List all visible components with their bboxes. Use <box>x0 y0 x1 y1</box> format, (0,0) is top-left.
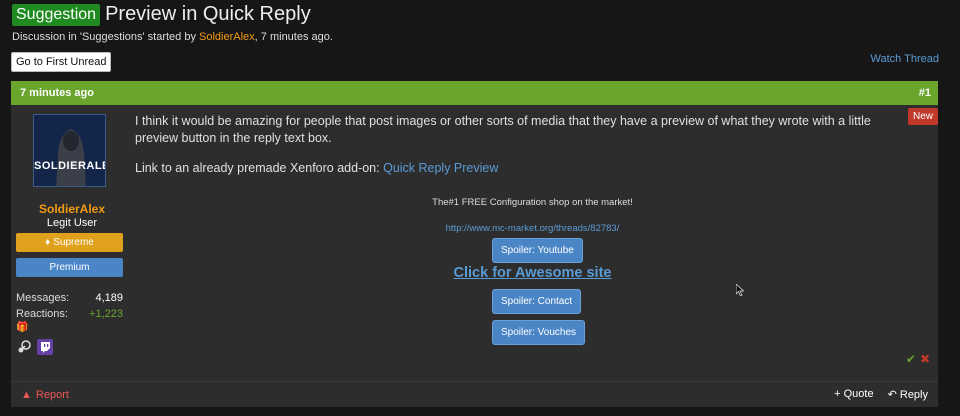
quick-reply-preview-link[interactable]: Quick Reply Preview <box>383 161 498 175</box>
spoiler-youtube-button[interactable]: Spoiler: Youtube <box>492 238 583 263</box>
premium-label: Premium <box>49 262 90 273</box>
diamond-icon: ♦ <box>45 237 51 248</box>
post-body: I think it would be amazing for people t… <box>135 113 915 190</box>
check-icon[interactable]: ✔ <box>906 352 916 366</box>
reply-arrow-icon: ↶ <box>887 389 900 401</box>
user-title: Legit User <box>46 217 98 229</box>
thread-meta: Discussion in 'Suggestions' started by S… <box>12 31 333 43</box>
spoiler-contact-button[interactable]: Spoiler: Contact <box>492 289 582 314</box>
username-link[interactable]: SoldierAlex <box>11 202 133 216</box>
cross-icon[interactable]: ✖ <box>920 352 930 366</box>
mouse-cursor-icon <box>736 284 744 296</box>
meta-author-link[interactable]: SoldierAlex <box>199 31 255 43</box>
twitch-icon[interactable] <box>37 339 53 355</box>
go-to-first-unread-button[interactable]: Go to First Unread <box>11 52 112 72</box>
post-header: 7 minutes ago #1 <box>11 81 938 105</box>
reactions-label: Reactions: <box>16 308 68 320</box>
signature-thread-link[interactable]: http://www.mc-market.org/threads/82783/ <box>135 223 930 234</box>
spoiler-vouches-button[interactable]: Spoiler: Vouches <box>492 320 586 345</box>
post-paragraph: I think it would be amazing for people t… <box>135 114 871 145</box>
thread-prefix-badge[interactable]: Suggestion <box>12 3 101 26</box>
post-marks: ✔ ✖ <box>906 352 930 366</box>
post-container: 7 minutes ago #1 SOLDIERALEX SoldierAlex… <box>11 81 938 407</box>
avatar-figure-icon <box>34 115 105 186</box>
report-label: Report <box>35 388 69 401</box>
post-link-paragraph: Link to an already premade Xenforo add-o… <box>135 160 915 177</box>
warning-icon: ▲ <box>21 388 32 401</box>
quote-button[interactable]: + Quote <box>834 388 873 401</box>
report-button[interactable]: ▲ Report <box>21 389 69 401</box>
messages-stat: Messages: 4,189 <box>16 292 123 304</box>
post-number[interactable]: #1 <box>919 87 931 99</box>
reactions-value[interactable]: +1,223 <box>89 308 123 320</box>
avatar-name-text: SOLDIERALEX <box>34 160 105 172</box>
messages-value[interactable]: 4,189 <box>95 292 123 304</box>
watch-thread-link[interactable]: Watch Thread <box>871 53 939 65</box>
user-sidebar: SOLDIERALEX SoldierAlex Legit User ♦ Sup… <box>11 105 133 379</box>
reactions-stat: Reactions: +1,223 <box>16 308 123 320</box>
supreme-badge: ♦ Supreme <box>16 233 123 252</box>
reply-label: Reply <box>899 389 928 401</box>
signature: The#1 FREE Configuration shop on the mar… <box>135 197 930 345</box>
thread-title-row: Suggestion Preview in Quick Reply <box>12 3 311 26</box>
thread-title: Preview in Quick Reply <box>105 3 311 25</box>
link-intro: Link to an already premade Xenforo add-o… <box>135 160 384 175</box>
signature-tagline: The#1 FREE Configuration shop on the mar… <box>432 197 633 208</box>
avatar[interactable]: SOLDIERALEX <box>33 114 106 187</box>
steam-icon[interactable] <box>16 339 32 355</box>
social-links <box>16 339 53 355</box>
messages-label: Messages: <box>16 292 70 304</box>
premium-badge: Premium <box>16 258 123 277</box>
post-time[interactable]: 7 minutes ago <box>20 87 94 99</box>
supreme-label: Supreme <box>53 237 94 248</box>
meta-prefix: Discussion in 'Suggestions' started by <box>12 31 200 43</box>
meta-suffix: , 7 minutes ago. <box>254 31 333 43</box>
gift-icon: 🎁 <box>16 322 29 333</box>
reply-button[interactable]: ↶ Reply <box>888 388 928 401</box>
awesome-site-link[interactable]: Click for Awesome site <box>135 265 930 281</box>
post-actions: + Quote ↶ Reply <box>834 388 928 401</box>
post-footer: ▲ Report + Quote ↶ Reply <box>11 381 938 407</box>
